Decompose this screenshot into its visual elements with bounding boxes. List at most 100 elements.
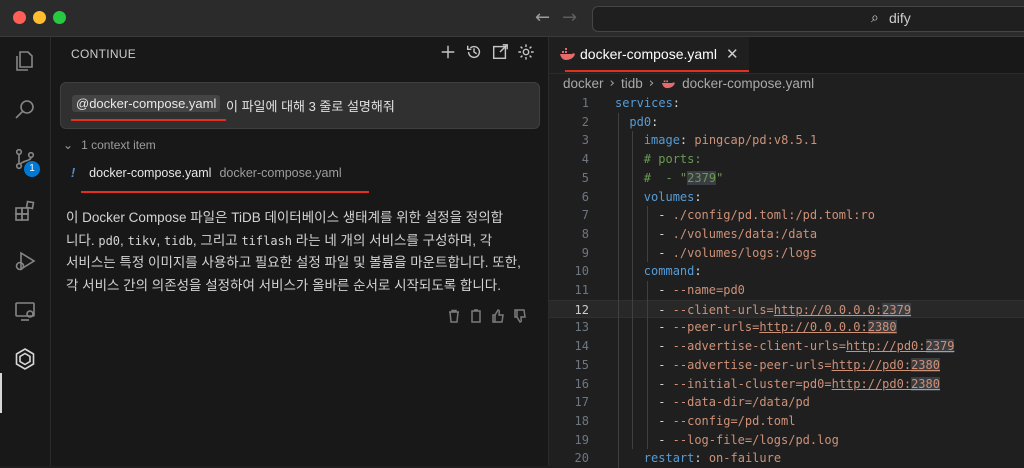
line-number: 15 [574,357,589,372]
thumbs-up-icon[interactable] [491,309,505,328]
run-debug-icon[interactable] [13,249,37,273]
command-center-search[interactable]: ⌕ dify [592,6,1024,32]
history-icon[interactable] [465,43,485,63]
code-text: image: pingcap/pd:v8.5.1 [643,133,818,148]
line-number: 20 [574,451,589,466]
line-number: 1 [581,96,589,110]
remote-explorer-icon[interactable] [13,299,37,323]
plus-icon[interactable] [439,43,459,63]
code-text: restart: on-failure [643,451,782,466]
code-text: pd0: [629,114,659,129]
code-text: - --log-file=/logs/pd.log [658,432,839,447]
close-window-button[interactable] [13,11,26,24]
code-text: - --advertise-peer-urls=http://pd0:2380 [658,357,940,372]
response-line: 니다. pd0, tikv, tidb, 그리고 tiflash 라는 네 개의… [66,232,493,248]
gear-icon[interactable] [517,43,537,63]
line-number: 13 [574,320,589,335]
response-line: 각 서비스 간의 의존성을 설정하여 서비스가 올바른 순서로 시작되도록 합니… [66,277,501,293]
sidebar-actions [439,43,537,65]
line-number: 11 [574,283,589,297]
code-line[interactable]: 5 # - "2379" [549,169,1024,188]
context-items-toggle[interactable]: ⌄ 1 context item [63,138,156,152]
code-line[interactable]: 6 volumes: [549,188,1024,207]
code-text: - --data-dir=/data/pd [658,395,810,410]
breadcrumb-item[interactable]: docker [563,76,604,91]
code-text: - --peer-urls=http://0.0.0.0:2380 [658,320,897,335]
tab-docker-compose[interactable]: docker-compose.yaml ✕ [549,37,749,73]
code-line[interactable]: 20 restart: on-failure [549,449,1024,468]
code-line[interactable]: 12 - --client-urls=http://0.0.0.0:2379 [549,299,1024,319]
code-line[interactable]: 14 - --advertise-client-urls=http://pd0:2… [549,337,1024,356]
thumbs-down-icon[interactable] [513,309,527,328]
context-summary: 1 context item [81,138,156,152]
copy-icon[interactable] [469,309,483,328]
code-line[interactable]: 10 command: [549,262,1024,281]
chevron-down-icon: ⌄ [63,138,74,152]
breadcrumb-item[interactable]: docker-compose.yaml [682,76,814,91]
arrow-left-icon[interactable]: ← [535,7,550,28]
code-line[interactable]: 17 - --data-dir=/data/pd [549,393,1024,412]
code-line[interactable]: 1 services: [549,94,1024,113]
code-editor[interactable]: 1 services: 2 pd0: 3 image: pingcap/pd:v8.5.1… [549,94,1024,468]
title-bar: ← → ⌕ dify [0,0,1024,37]
close-icon[interactable]: ✕ [726,45,739,63]
line-number: 5 [581,170,589,185]
context-item[interactable]: ! docker-compose.yaml docker-compose.yaml [71,166,342,180]
code-line[interactable]: 19 - --log-file=/logs/pd.log [549,431,1024,450]
continue-icon[interactable] [13,347,37,371]
line-number: 3 [581,133,589,148]
activity-bar: 1 [0,37,51,466]
search-icon: ⌕ [871,10,879,26]
code-text: command: [643,264,702,279]
arrow-right-icon[interactable]: → [562,7,577,28]
extensions-icon[interactable] [13,199,37,223]
code-line[interactable]: 3 image: pingcap/pd:v8.5.1 [549,131,1024,150]
line-number: 19 [574,432,589,447]
search-icon[interactable] [13,97,37,121]
editor-tab-bar: docker-compose.yaml ✕ [549,37,1024,74]
source-control-badge: 1 [24,161,40,177]
code-line[interactable]: 8 - ./volumes/data:/data [549,225,1024,244]
maximize-window-button[interactable] [53,11,66,24]
code-text: # - "2379" [643,170,724,185]
line-number: 12 [574,302,589,317]
search-text: dify [889,10,911,26]
code-text: - ./config/pd.toml:/pd.toml:ro [658,208,875,223]
code-line[interactable]: 13 - --peer-urls=http://0.0.0.0:2380 [549,318,1024,337]
minimize-window-button[interactable] [33,11,46,24]
context-item-path: docker-compose.yaml [219,166,342,180]
open-in-new-window-icon[interactable] [491,43,511,63]
response-line: 서비스는 특정 이미지를 사용하고 필요한 설정 파일 및 볼륨을 마운트합니다… [66,255,521,270]
breadcrumb-item[interactable]: tidb [621,76,643,91]
code-line[interactable]: 15 - --advertise-peer-urls=http://pd0:238… [549,356,1024,375]
line-number: 18 [574,413,589,428]
annotation-underline [71,119,226,121]
continue-sidebar: CONTINUE @docker-compose.yaml 이 파일에 대해 3… [51,37,549,466]
code-line[interactable]: 16 - --initial-cluster=pd0=http://pd0:238… [549,375,1024,394]
code-text: volumes: [643,189,702,204]
code-text: - ./volumes/data:/data [658,226,818,241]
yaml-file-icon: ! [71,166,76,180]
code-line[interactable]: 4 # ports: [549,150,1024,169]
trash-icon[interactable] [447,309,461,328]
file-mention[interactable]: @docker-compose.yaml [72,95,221,112]
code-line[interactable]: 9 - ./volumes/logs:/logs [549,244,1024,263]
context-item-name: docker-compose.yaml [89,166,212,180]
chevron-right-icon: › [648,75,655,91]
line-number: 16 [574,376,589,391]
line-number: 2 [581,114,589,129]
code-text: - --initial-cluster=pd0=http://pd0:2380 [658,376,940,391]
line-number: 10 [574,264,589,279]
line-number: 4 [581,152,589,167]
active-view-indicator [0,373,2,413]
docker-file-icon [662,80,675,89]
code-line[interactable]: 11 - --name=pd0 [549,281,1024,300]
prompt-message[interactable]: @docker-compose.yaml 이 파일에 대해 3 줄로 설명해줘 [60,82,540,129]
indent-guide [646,281,648,450]
code-line[interactable]: 2 pd0: [549,113,1024,132]
prompt-text: 이 파일에 대해 3 줄로 설명해줘 [226,99,395,114]
line-number: 9 [581,245,589,260]
explorer-icon[interactable] [13,49,37,73]
code-line[interactable]: 7 - ./config/pd.toml:/pd.toml:ro [549,206,1024,225]
code-line[interactable]: 18 - --config=/pd.toml [549,412,1024,431]
